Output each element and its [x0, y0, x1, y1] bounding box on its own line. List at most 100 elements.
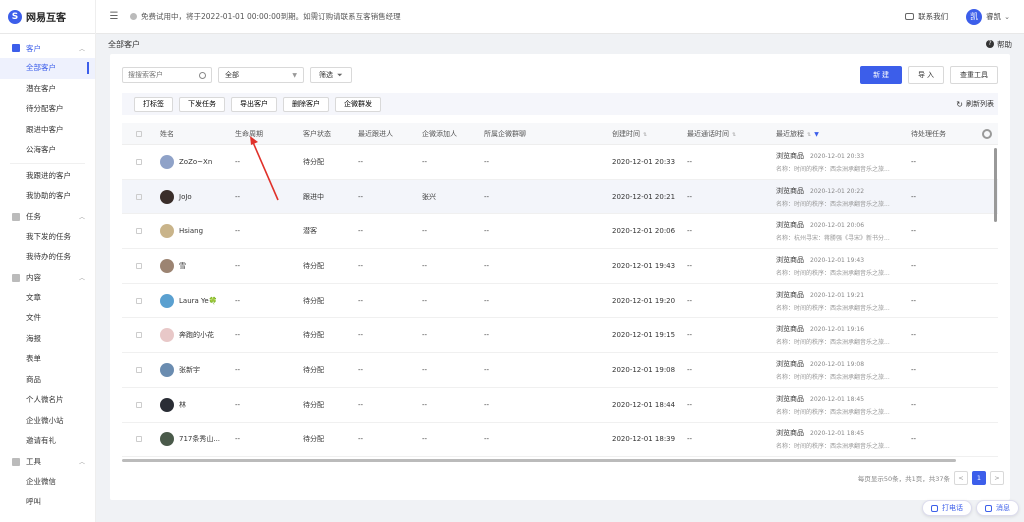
scope-select[interactable]: 全部 ▼ — [218, 67, 304, 83]
user-name[interactable]: 睿凯 — [986, 11, 1001, 22]
page-1-button[interactable]: 1 — [972, 471, 986, 485]
call-button[interactable]: 打电话 — [922, 500, 972, 516]
row-checkbox[interactable] — [136, 436, 142, 443]
search-input[interactable] — [128, 71, 194, 79]
sort-icon[interactable]: ⇅ — [807, 132, 811, 138]
sidebar-item-posters[interactable]: 海报 — [0, 329, 95, 350]
dedupe-tool-button[interactable]: 查重工具 — [950, 66, 998, 84]
row-checkbox[interactable] — [136, 401, 142, 408]
row-checkbox[interactable] — [136, 297, 142, 304]
customer-name[interactable]: 林 — [179, 400, 186, 410]
row-checkbox[interactable] — [136, 262, 142, 269]
sidebar-item-following[interactable]: 跟进中客户 — [0, 120, 95, 141]
sidebar-group-customers[interactable]: 客户 ︿ — [0, 38, 95, 58]
sidebar-item-todo-tasks[interactable]: 我待办的任务 — [0, 247, 95, 268]
table-row[interactable]: Hsiang -- 潜客 -- -- -- 2020-12-01 20:06 -… — [122, 214, 998, 250]
cell-name[interactable]: 奔跑的小花 — [160, 328, 230, 343]
prev-page-button[interactable]: < — [954, 471, 968, 485]
sidebar-item-micro-site[interactable]: 企业微小站 — [0, 411, 95, 432]
app-logo[interactable]: S 网易互客 — [0, 0, 96, 34]
col-last-call[interactable]: 最近通话时间 ⇅ — [687, 129, 776, 139]
select-all-checkbox[interactable] — [136, 130, 142, 137]
gear-icon[interactable] — [982, 128, 992, 139]
tag-button[interactable]: 打标签 — [134, 96, 173, 112]
sidebar-item-all-customers[interactable]: 全部客户 — [0, 58, 95, 79]
message-button[interactable]: 消息 — [976, 500, 1019, 516]
sort-icon[interactable]: ⇅ — [643, 132, 647, 138]
table-row[interactable]: 林 -- 待分配 -- -- -- 2020-12-01 18:44 -- 浏览… — [122, 388, 998, 423]
sidebar-group-content[interactable]: 内容 ︿ — [0, 268, 95, 288]
cell-name[interactable]: Hsiang — [160, 224, 230, 239]
table-row[interactable]: 张新宇 -- 待分配 -- -- -- 2020-12-01 19:08 -- … — [122, 353, 998, 388]
chevron-down-icon[interactable]: ⌄ — [1004, 13, 1010, 21]
table-row[interactable]: 雪 -- 待分配 -- -- -- 2020-12-01 19:43 -- 浏览… — [122, 249, 998, 284]
vertical-scrollbar[interactable] — [994, 148, 997, 222]
contact-us-link[interactable]: 联系我们 — [905, 11, 948, 22]
refresh-list-button[interactable]: ↻ 刷新列表 — [956, 99, 994, 109]
sidebar-item-call[interactable]: 呼叫 — [0, 492, 95, 513]
cell-name[interactable]: ZoZo~Xn — [160, 154, 230, 169]
menu-collapse-icon[interactable]: ☰ — [108, 11, 120, 22]
sidebar-item-forms[interactable]: 表单 — [0, 349, 95, 370]
sidebar-item-issued-tasks[interactable]: 我下发的任务 — [0, 227, 95, 248]
cell-wecom-adder: 张兴 — [422, 192, 436, 201]
customer-name[interactable]: Laura Ye🍀 — [179, 297, 217, 305]
sidebar-item-public-pool[interactable]: 公海客户 — [0, 140, 95, 161]
cell-lifecycle: -- — [235, 296, 241, 305]
sidebar-group-tools[interactable]: 工具 ︿ — [0, 452, 95, 472]
sidebar-group-tasks[interactable]: 任务 ︿ — [0, 207, 95, 227]
table-row[interactable]: Laura Ye🍀 -- 待分配 -- -- -- 2020-12-01 19:… — [122, 284, 998, 319]
customer-name[interactable]: 雪 — [179, 261, 186, 271]
customer-name[interactable]: JoJo — [179, 193, 192, 201]
sidebar-item-my-followed[interactable]: 我跟进的客户 — [0, 166, 95, 187]
sidebar-item-business-card[interactable]: 个人微名片 — [0, 390, 95, 411]
cell-name[interactable]: 张新宇 — [160, 362, 230, 377]
sort-icon[interactable]: ⇅ — [732, 132, 736, 138]
sidebar-item-wecom[interactable]: 企业微信 — [0, 472, 95, 493]
cell-name[interactable]: 雪 — [160, 258, 230, 273]
cell-name[interactable]: JoJo — [160, 189, 230, 204]
assign-task-button[interactable]: 下发任务 — [179, 96, 225, 112]
sidebar-item-my-assisted[interactable]: 我协助的客户 — [0, 186, 95, 207]
cell-created: 2020-12-01 18:39 — [612, 435, 676, 444]
sidebar-item-products[interactable]: 商品 — [0, 370, 95, 391]
customer-name[interactable]: 张新宇 — [179, 365, 200, 375]
filter-button[interactable]: 筛选 ⏷ — [310, 67, 352, 83]
funnel-icon[interactable]: ▼ — [814, 131, 819, 138]
table-row[interactable]: 奔跑的小花 -- 待分配 -- -- -- 2020-12-01 19:15 -… — [122, 318, 998, 354]
customer-name[interactable]: ZoZo~Xn — [179, 158, 212, 166]
horizontal-scrollbar[interactable] — [122, 459, 956, 462]
mass-message-button[interactable]: 企微群发 — [335, 96, 381, 112]
search-icon[interactable] — [199, 71, 206, 79]
cell-journey: 浏览商品 2020-12-01 19:08 名称：时间的秩序：西余洲承翻音乐之旅.… — [776, 359, 911, 381]
import-button[interactable]: 导 入 — [908, 66, 944, 84]
cell-name[interactable]: Laura Ye🍀 — [160, 293, 230, 308]
row-checkbox[interactable] — [136, 228, 142, 235]
row-checkbox[interactable] — [136, 332, 142, 339]
export-button[interactable]: 导出客户 — [231, 96, 277, 112]
row-checkbox[interactable] — [136, 366, 142, 373]
help-link[interactable]: ? 帮助 — [986, 39, 1012, 50]
sidebar-item-potential[interactable]: 潜在客户 — [0, 79, 95, 100]
cell-follower: -- — [358, 296, 364, 305]
customer-name[interactable]: Hsiang — [179, 227, 203, 235]
row-checkbox[interactable] — [136, 158, 142, 165]
user-avatar[interactable]: 凯 — [966, 8, 983, 25]
new-customer-button[interactable]: 新 建 — [860, 66, 903, 84]
sidebar-item-files[interactable]: 文件 — [0, 308, 95, 329]
delete-button[interactable]: 删除客户 — [283, 96, 329, 112]
col-journey[interactable]: 最近旅程 ⇅ ▼ — [776, 129, 911, 139]
table-row[interactable]: 717条秀山... -- 待分配 -- -- -- 2020-12-01 18:… — [122, 423, 998, 458]
sidebar-item-pending-assign[interactable]: 待分配客户 — [0, 99, 95, 120]
cell-name[interactable]: 717条秀山... — [160, 432, 230, 447]
scope-value: 全部 — [225, 71, 239, 79]
sidebar-item-articles[interactable]: 文章 — [0, 288, 95, 309]
cell-name[interactable]: 林 — [160, 397, 230, 412]
col-created[interactable]: 创建时间 ⇅ — [612, 129, 687, 139]
row-checkbox[interactable] — [136, 193, 142, 200]
search-box[interactable] — [122, 67, 212, 83]
customer-name[interactable]: 奔跑的小花 — [179, 330, 214, 340]
sidebar-item-invite-gift[interactable]: 邀请有礼 — [0, 431, 95, 452]
customer-name[interactable]: 717条秀山... — [179, 434, 220, 444]
next-page-button[interactable]: > — [990, 471, 1004, 485]
